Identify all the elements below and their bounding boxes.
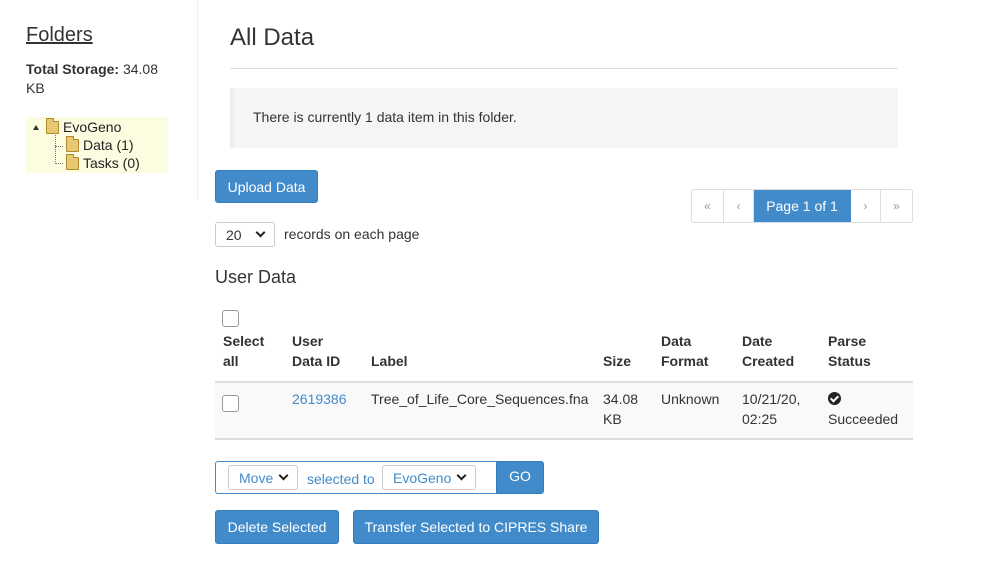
header-data-format: Data Format (661, 333, 709, 369)
parse-status: Succeeded (828, 411, 899, 427)
next-page-button[interactable]: › (851, 190, 881, 222)
folders-sidebar: Folders Total Storage: 34.08 KB EvoGeno … (0, 0, 198, 200)
current-page-indicator[interactable]: Page 1 of 1 (754, 190, 851, 222)
data-format: Unknown (661, 391, 720, 407)
tree-item-tasks[interactable]: Tasks (0) (66, 153, 140, 172)
date-created: 10/21/20, 02:25 (742, 391, 801, 427)
last-page-button[interactable]: » (881, 190, 912, 222)
records-per-page-select[interactable]: 20 (215, 222, 275, 247)
go-button[interactable]: GO (496, 461, 544, 494)
info-message: There is currently 1 data item in this f… (230, 88, 898, 148)
folder-tree: EvoGeno Data (1) Tasks (0) (26, 117, 168, 173)
tree-root-evogeno[interactable]: EvoGeno (30, 117, 122, 136)
first-page-button[interactable]: « (692, 190, 724, 222)
header-size: Size (603, 353, 632, 369)
section-title: User Data (215, 267, 297, 287)
collapse-icon[interactable] (30, 121, 42, 133)
folders-heading: Folders (26, 24, 93, 46)
selected-to-label: selected to (307, 471, 375, 487)
check-circle-icon (828, 392, 841, 405)
select-all-checkbox[interactable] (222, 310, 239, 327)
action-select-value: Move (239, 469, 274, 486)
page-title: All Data (230, 24, 315, 51)
storage-label: Total Storage: (26, 61, 120, 77)
target-folder-select[interactable]: EvoGeno (382, 465, 476, 490)
header-user-data-id: User Data ID (292, 333, 341, 369)
upload-data-button[interactable]: Upload Data (215, 170, 318, 203)
header-parse-status: Parse Status (828, 333, 871, 369)
folder-icon (46, 117, 59, 134)
total-storage: Total Storage: 34.08 KB (26, 60, 176, 98)
data-size: 34.08 KB (603, 391, 639, 427)
tree-item-label: Data (1) (83, 137, 134, 153)
records-per-page-label: records on each page (284, 226, 420, 242)
pagination: « ‹ Page 1 of 1 › » (691, 189, 913, 223)
folder-icon (66, 153, 79, 170)
delete-selected-button[interactable]: Delete Selected (215, 510, 339, 544)
header-select-all: Select all (223, 333, 265, 369)
folder-icon (66, 135, 79, 152)
header-label: Label (371, 353, 408, 369)
chevron-down-icon (456, 470, 467, 481)
records-per-page-value: 20 (226, 226, 242, 243)
transfer-to-cipres-share-button[interactable]: Transfer Selected to CIPRES Share (353, 510, 599, 544)
previous-page-button[interactable]: ‹ (724, 190, 754, 222)
move-selected-group: Move selected to EvoGeno (215, 461, 497, 494)
action-select[interactable]: Move (228, 465, 298, 490)
tree-item-data[interactable]: Data (1) (66, 135, 134, 154)
tree-root-label: EvoGeno (63, 119, 122, 135)
chevron-down-icon (278, 470, 289, 481)
title-divider (230, 68, 898, 69)
target-folder-value: EvoGeno (393, 469, 452, 486)
row-divider (215, 438, 913, 440)
user-data-id-link[interactable]: 2619386 (292, 389, 347, 409)
chevron-down-icon (255, 227, 266, 238)
data-label: Tree_of_Life_Core_Sequences.fna (371, 391, 589, 407)
row-select-checkbox[interactable] (222, 395, 239, 412)
header-date-created: Date Created (742, 333, 795, 369)
tree-item-label: Tasks (0) (83, 155, 140, 171)
